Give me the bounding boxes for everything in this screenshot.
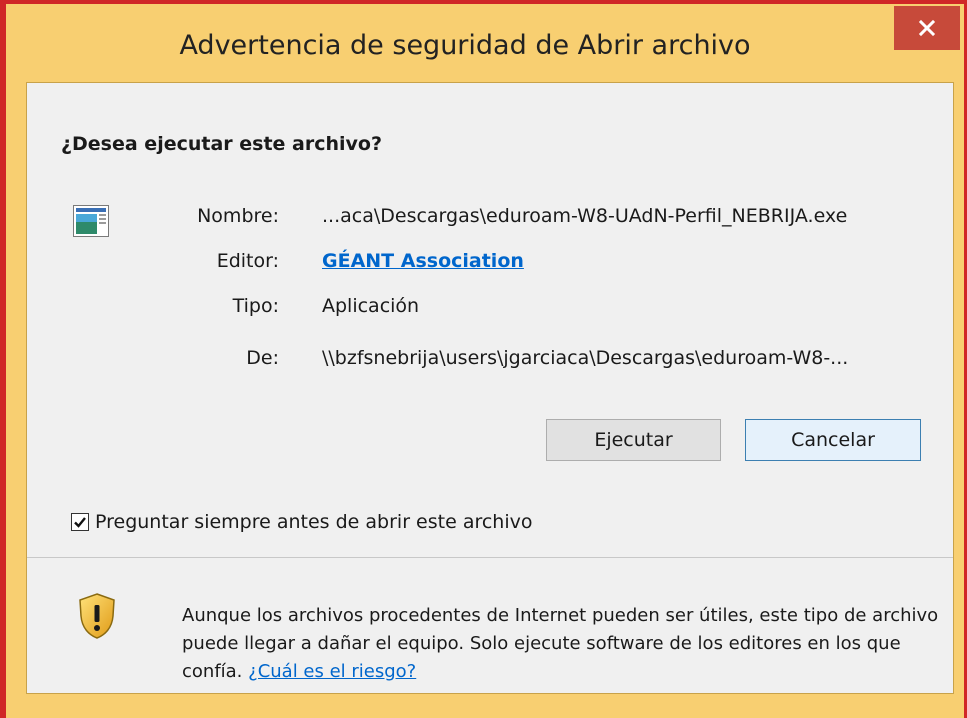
warning-message: Aunque los archivos procedentes de Inter…	[182, 602, 942, 686]
publisher-link[interactable]: GÉANT Association	[322, 250, 524, 272]
close-button[interactable]	[894, 6, 960, 50]
from-value: \\bzfsnebrija\users\jgarciaca\Descargas\…	[322, 347, 849, 369]
dialog-body: ¿Desea ejecutar este archivo? Nombre: ..…	[26, 82, 954, 694]
security-warning-window: Advertencia de seguridad de Abrir archiv…	[0, 0, 967, 718]
close-icon	[918, 19, 936, 37]
shield-warning-icon	[77, 592, 117, 644]
name-value: ...aca\Descargas\eduroam-W8-UAdN-Perfil_…	[322, 205, 848, 227]
from-label: De:	[246, 347, 279, 369]
type-value: Aplicación	[322, 295, 420, 317]
run-button[interactable]: Ejecutar	[546, 419, 721, 461]
name-label: Nombre:	[197, 205, 279, 227]
always-ask-label[interactable]: Preguntar siempre antes de abrir este ar…	[95, 511, 533, 533]
risk-link[interactable]: ¿Cuál es el riesgo?	[248, 661, 416, 682]
window-title: Advertencia de seguridad de Abrir archiv…	[179, 30, 751, 61]
warning-section: Aunque los archivos procedentes de Inter…	[27, 558, 953, 693]
publisher-label: Editor:	[216, 250, 279, 272]
cancel-button[interactable]: Cancelar	[745, 419, 921, 461]
title-bar[interactable]: Advertencia de seguridad de Abrir archiv…	[6, 4, 964, 82]
dialog-question: ¿Desea ejecutar este archivo?	[61, 133, 383, 155]
always-ask-option[interactable]: Preguntar siempre antes de abrir este ar…	[71, 511, 533, 533]
always-ask-checkbox[interactable]	[71, 513, 89, 531]
type-label: Tipo:	[232, 295, 279, 317]
checkmark-icon	[74, 517, 86, 528]
